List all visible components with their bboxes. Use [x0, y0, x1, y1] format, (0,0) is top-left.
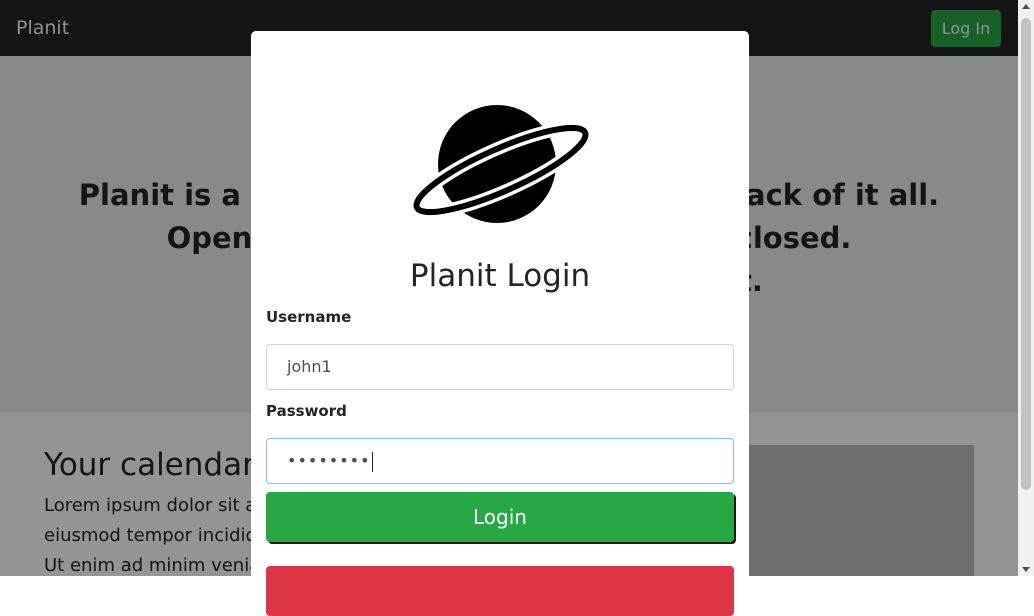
- username-input[interactable]: john1: [266, 344, 734, 390]
- scroll-up-arrow-icon[interactable]: [1022, 4, 1030, 9]
- scroll-thumb[interactable]: [1021, 18, 1031, 490]
- password-value: ••••••••: [287, 451, 371, 470]
- secondary-button[interactable]: [266, 566, 734, 616]
- login-submit-button[interactable]: Login: [266, 492, 734, 542]
- page-scrollbar[interactable]: [1018, 0, 1034, 576]
- planet-icon: [411, 105, 591, 223]
- scroll-down-arrow-icon[interactable]: [1022, 567, 1030, 572]
- username-value: john1: [287, 357, 332, 376]
- modal-title: Planit Login: [409, 258, 591, 294]
- username-label: Username: [266, 308, 352, 326]
- text-caret: [371, 451, 373, 472]
- password-input[interactable]: ••••••••: [266, 438, 734, 484]
- password-label: Password: [266, 402, 347, 420]
- login-modal: Planit Login Username john1 Password •••…: [251, 31, 749, 616]
